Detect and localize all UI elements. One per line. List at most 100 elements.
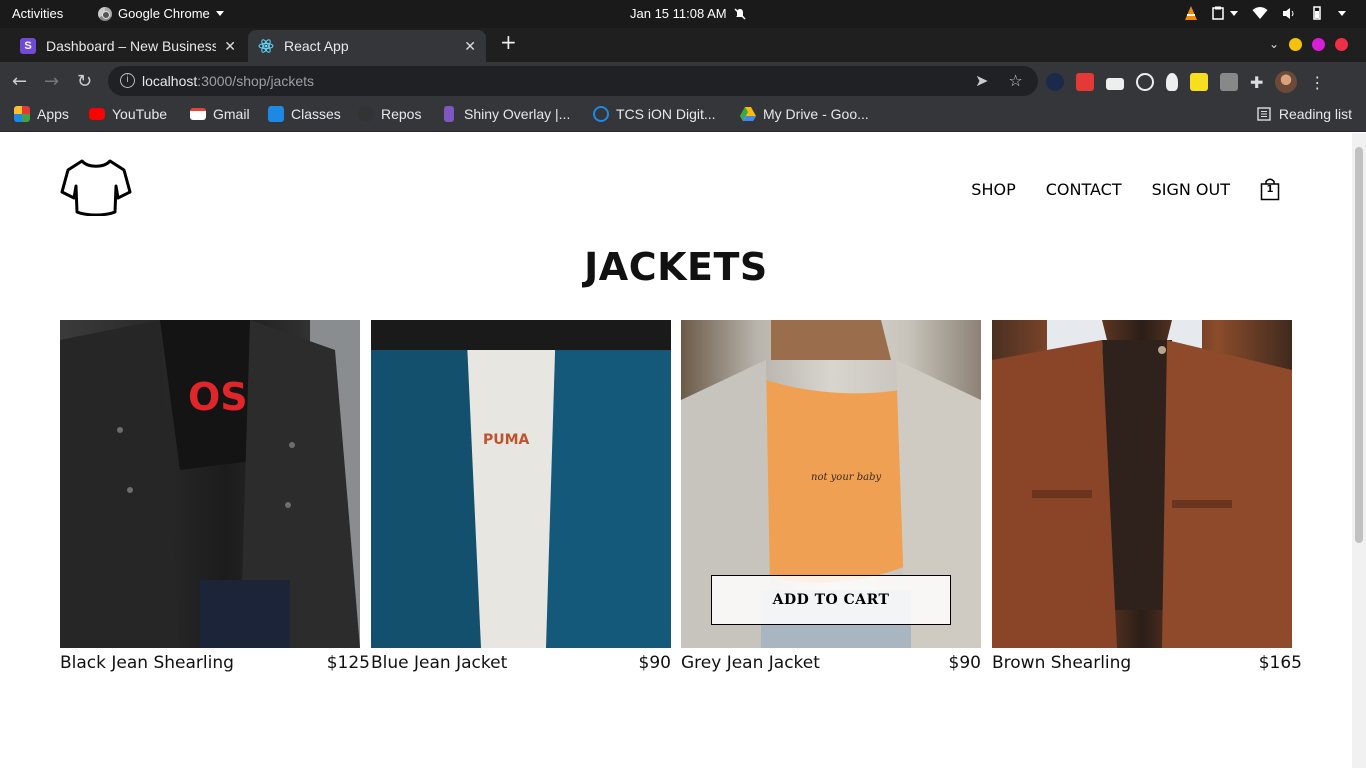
shiny-icon [444,106,454,122]
clock[interactable]: Jan 15 11:08 AM [630,6,747,21]
forward-arrow-icon[interactable]: → [44,71,59,92]
product-image[interactable]: PUMA [371,320,671,648]
puzzle-icon[interactable]: ✚ [1250,73,1263,92]
profile-avatar[interactable] [1275,71,1298,93]
bookmark-repos[interactable]: Repos [358,106,421,122]
wifi-icon [1252,6,1268,19]
app-menu[interactable]: Google Chrome [98,6,224,21]
site-info-icon[interactable]: i [120,73,135,88]
tab-strip: S Dashboard – New Business ✕ React App ✕… [0,28,1366,62]
product-meta: Brown Shearling $165 [992,653,1302,677]
battery-icon [1313,6,1321,20]
product-meta: Black Jean Shearling $125 [60,653,370,677]
window-controls: ⌄ [1269,37,1348,51]
target-extension-icon[interactable] [1136,73,1154,91]
extension-icon[interactable] [1046,73,1064,91]
scrollbar-thumb[interactable] [1355,147,1363,543]
activities-button[interactable]: Activities [12,6,63,21]
extension-icon[interactable] [1076,73,1094,91]
clipboard-menu[interactable] [1212,6,1238,20]
page-title: JACKETS [584,245,768,289]
close-icon[interactable]: ✕ [224,38,236,55]
tab-title: Dashboard – New Business [46,38,217,54]
back-arrow-icon[interactable]: ← [12,71,27,92]
product-image[interactable] [992,320,1292,648]
product-image[interactable]: OSCH [60,320,360,648]
system-tray[interactable] [1184,5,1346,21]
new-tab-button[interactable]: + [500,30,517,54]
product-meta: Blue Jean Jacket $90 [371,653,671,677]
product-name: Blue Jean Jacket [371,653,508,673]
app-name: Google Chrome [118,6,210,21]
tab-dashboard[interactable]: S Dashboard – New Business ✕ [10,30,246,62]
datetime-label: Jan 15 11:08 AM [630,6,727,21]
notifications-muted-icon [734,7,746,20]
reading-list-label: Reading list [1278,106,1352,122]
nav-shop[interactable]: SHOP [971,180,1015,199]
bookmark-label: TCS iON Digit... [616,106,716,122]
tab-react-app[interactable]: React App ✕ [248,30,486,62]
bookmark-youtube[interactable]: YouTube [89,106,167,122]
page-scrollbar[interactable] [1352,133,1366,768]
product-card[interactable]: OSCH Black Jean Shearling $125 [60,320,370,673]
product-image[interactable]: not your baby ADD TO CART [681,320,981,648]
product-meta: Grey Jean Jacket $90 [681,653,981,677]
stripe-icon: S [20,38,36,54]
bookmark-star-icon[interactable]: ☆ [1008,71,1022,90]
close-icon[interactable]: ✕ [464,38,476,55]
bookmarks-bar: Apps YouTube Gmail Classes Repos Shiny O… [0,100,1366,132]
gmail-icon [190,108,206,120]
web-page: SHOP CONTACT SIGN OUT 1 JACKETS OSCH [0,133,1352,768]
product-price: $90 [638,653,671,673]
more-menu-icon[interactable]: ⋮ [1309,73,1325,92]
react-icon [258,38,274,54]
send-icon[interactable]: ➤ [975,71,988,90]
maximize-button[interactable] [1312,37,1325,51]
product-name: Grey Jean Jacket [681,653,820,673]
bookmark-label: YouTube [112,106,168,122]
product-card[interactable]: PUMA Blue Jean Jacket $90 [371,320,671,673]
reading-list-button[interactable]: Reading list [1257,106,1352,122]
bulb-extension-icon[interactable] [1166,73,1178,91]
toolbar: ← → ↻ i localhost:3000/shop/jackets ➤ ☆ … [0,62,1366,100]
product-card[interactable]: Brown Shearling $165 [992,320,1302,673]
cart-count: 1 [1266,184,1274,195]
nav-contact[interactable]: CONTACT [1046,180,1122,199]
chevron-down-icon [1230,10,1238,16]
bookmark-apps[interactable]: Apps [14,106,69,122]
address-bar[interactable]: i localhost:3000/shop/jackets [108,66,1038,96]
reload-icon[interactable]: ↻ [77,71,92,92]
power-icon [593,106,609,122]
chevron-down-icon [1338,10,1346,16]
minimize-button[interactable] [1289,37,1302,51]
omnibox-actions: ➤ ☆ [975,71,1023,90]
product-card[interactable]: not your baby ADD TO CART Grey Jean Jack… [681,320,981,673]
bookmark-label: Apps [37,106,69,122]
nav-sign-out[interactable]: SIGN OUT [1152,180,1230,199]
logo-crown-icon[interactable] [60,158,132,216]
svg-text:not your baby: not your baby [811,472,881,483]
chrome-icon [98,6,112,21]
github-icon [358,106,374,122]
cart-button[interactable]: 1 [1260,177,1280,201]
svg-text:PUMA: PUMA [483,432,530,448]
bookmark-drive[interactable]: My Drive - Goo... [740,106,869,122]
close-window-button[interactable] [1335,37,1348,51]
bookmark-classes[interactable]: Classes [268,106,341,122]
extension-icon[interactable] [1220,73,1238,91]
js-extension-icon[interactable] [1190,73,1208,91]
add-to-cart-button[interactable]: ADD TO CART [711,575,951,625]
classroom-icon [268,106,284,122]
tab-search-icon[interactable]: ⌄ [1269,37,1279,51]
drive-icon [740,107,756,121]
bookmark-shiny[interactable]: Shiny Overlay |... [441,106,570,122]
tab-title: React App [284,38,349,54]
bookmark-tcs[interactable]: TCS iON Digit... [593,106,716,122]
url-text[interactable]: localhost:3000/shop/jackets [142,73,314,89]
volume-icon [1283,7,1294,19]
bookmark-gmail[interactable]: Gmail [190,106,250,122]
product-price: $165 [1258,653,1302,673]
reading-list-icon [1257,107,1271,121]
vlc-icon [1185,6,1197,20]
extension-icon[interactable] [1106,77,1124,90]
